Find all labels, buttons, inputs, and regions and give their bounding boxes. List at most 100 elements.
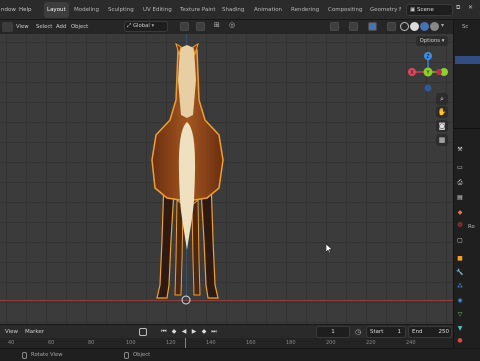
view-layer-properties-icon[interactable]: ▤ — [455, 193, 465, 203]
ruler-number: 80 — [88, 340, 95, 346]
render-properties-icon[interactable]: ▭ — [455, 163, 465, 173]
workspace-tab-sculpting[interactable]: Sculpting — [105, 2, 137, 18]
proportional-editing-icon[interactable]: ◎ — [229, 21, 235, 29]
play-reverse-icon[interactable]: ◀ — [180, 328, 188, 336]
scene-selector[interactable]: ▣ Scene — [406, 4, 453, 16]
end-frame-field[interactable]: End 250 — [408, 326, 452, 338]
workspace-tab-layout[interactable]: Layout — [44, 2, 69, 18]
clock-icon[interactable]: ◷ — [355, 328, 361, 336]
pivot-point-icon[interactable] — [180, 22, 189, 31]
menu-select[interactable]: Select — [36, 20, 52, 34]
timeline-menu-view[interactable]: View — [5, 325, 18, 339]
ruler-number: 240 — [406, 340, 416, 346]
shading-options-chevron-icon[interactable]: ▾ — [441, 22, 444, 29]
status-bar: Rotate View Object — [0, 348, 480, 360]
orientation-icon: ⤢ — [127, 23, 132, 29]
horse-mane — [178, 45, 196, 118]
particles-properties-icon[interactable]: ⁂ — [455, 282, 465, 292]
jump-to-start-icon[interactable]: ⏮ — [160, 328, 168, 336]
menu-object[interactable]: Object — [71, 20, 88, 34]
scene-name: Scene — [416, 7, 434, 13]
object-origin-icon — [181, 295, 191, 305]
jump-to-keyframe-next-icon[interactable]: ◆ — [200, 328, 208, 336]
ruler-number: 60 — [48, 340, 55, 346]
scene-browse-icon[interactable]: ⧉ — [456, 4, 460, 12]
shading-solid-icon[interactable] — [410, 22, 419, 31]
gizmo-x-axis-negative[interactable] — [436, 69, 442, 75]
ruler-number: 220 — [366, 340, 376, 346]
jump-to-keyframe-prev-icon[interactable]: ◆ — [170, 328, 178, 336]
collection-properties-icon[interactable]: ▢ — [455, 236, 465, 246]
gizmo-x-label: X — [410, 70, 414, 76]
end-frame-label: End — [412, 329, 423, 335]
timeline-ruler[interactable]: 40 60 80 100 120 140 160 180 200 220 240 — [0, 338, 453, 348]
ruler-number: 200 — [326, 340, 336, 346]
world-properties-icon[interactable]: ◍ — [455, 220, 465, 230]
workspace-tab-shading[interactable]: Shading — [219, 2, 247, 18]
workspace-tab-texture-paint[interactable]: Texture Paint — [177, 2, 219, 18]
material-properties-icon[interactable]: ● — [455, 336, 465, 346]
play-icon[interactable]: ▶ — [190, 328, 198, 336]
snap-increment-icon[interactable]: ⊞ — [214, 21, 220, 29]
workspace-tab-animation[interactable]: Animation — [251, 2, 285, 18]
timeline-menu-marker[interactable]: Marker — [25, 325, 44, 339]
start-frame-label: Start — [370, 329, 384, 335]
visibility-icon[interactable] — [330, 22, 339, 31]
auto-keying-icon[interactable] — [139, 328, 147, 336]
transform-orientation-dropdown[interactable]: ⤢ Global ▾ — [124, 21, 168, 32]
shading-rendered-icon[interactable] — [430, 22, 439, 31]
ruler-number: 180 — [286, 340, 296, 346]
zoom-icon[interactable]: ⌕ — [436, 93, 448, 105]
gizmo-toggle-icon[interactable] — [349, 22, 358, 31]
physics-properties-icon[interactable]: ◉ — [455, 296, 465, 306]
panel-divider — [454, 128, 480, 129]
snap-icon[interactable] — [196, 22, 205, 31]
horse-model[interactable] — [140, 40, 235, 308]
shading-wireframe-icon[interactable] — [400, 22, 409, 31]
output-properties-icon[interactable]: ⎙ — [455, 178, 465, 188]
chevron-down-icon: ▾ — [151, 23, 155, 29]
ruler-number: 160 — [246, 340, 256, 346]
ruler-number: 40 — [8, 340, 15, 346]
gizmo-z-axis-negative[interactable] — [424, 84, 432, 92]
playhead[interactable] — [185, 338, 186, 348]
mouse-cursor-icon — [326, 244, 332, 253]
shading-material-icon[interactable] — [420, 22, 429, 31]
constraints-properties-icon[interactable]: ▽ — [455, 310, 465, 320]
status-left-action: Rotate View — [31, 352, 63, 358]
ruler-number: 140 — [206, 340, 216, 346]
camera-view-icon[interactable]: ◙ — [436, 120, 448, 132]
start-frame-value: 1 — [397, 329, 402, 335]
navigation-gizmo[interactable]: Y X Z — [406, 50, 450, 94]
start-frame-field[interactable]: Start 1 — [366, 326, 406, 338]
tool-properties-icon[interactable]: ⚒ — [455, 145, 465, 155]
pan-hand-icon[interactable]: ✋ — [436, 106, 448, 118]
orientation-value: Global — [132, 23, 150, 29]
workspace-tab-geometry-nodes[interactable]: Geometry N — [367, 2, 401, 18]
mouse-right-icon — [124, 352, 129, 359]
workspace-tab-compositing[interactable]: Compositing — [325, 2, 365, 18]
editor-type-button[interactable] — [2, 22, 13, 32]
current-frame-field[interactable]: 1 — [316, 326, 350, 338]
jump-to-end-icon[interactable]: ⏭ — [210, 328, 218, 336]
timeline-header: View Marker ⏮ ◆ ◀ ▶ ◆ ⏭ 1 ◷ Start 1 End … — [0, 324, 453, 338]
toggle-perspective-grid-icon[interactable]: ▦ — [436, 134, 448, 146]
xray-icon[interactable] — [387, 22, 396, 31]
data-properties-icon[interactable]: ▼ — [455, 324, 465, 334]
workspace-tab-modeling[interactable]: Modeling — [71, 2, 102, 18]
menu-add[interactable]: Add — [56, 20, 66, 34]
close-icon[interactable]: ✕ — [468, 4, 473, 11]
menu-window[interactable]: ndow — [1, 0, 16, 20]
workspace-tab-uv-editing[interactable]: UV Editing — [140, 2, 175, 18]
scene-properties-icon[interactable]: ◆ — [455, 208, 465, 218]
menu-view[interactable]: View — [16, 20, 29, 34]
options-dropdown[interactable]: Options ▾ — [416, 36, 448, 46]
object-properties-icon[interactable]: ■ — [455, 254, 465, 264]
scene-icon: ▣ — [410, 7, 416, 13]
modifier-properties-icon[interactable]: 🔧 — [455, 268, 465, 278]
outliner-selected-row[interactable] — [455, 56, 480, 64]
workspace-tab-rendering[interactable]: Rendering — [288, 2, 322, 18]
overlays-icon[interactable] — [368, 22, 377, 31]
mouse-middle-icon — [22, 352, 27, 359]
menu-help[interactable]: Help — [19, 0, 32, 20]
